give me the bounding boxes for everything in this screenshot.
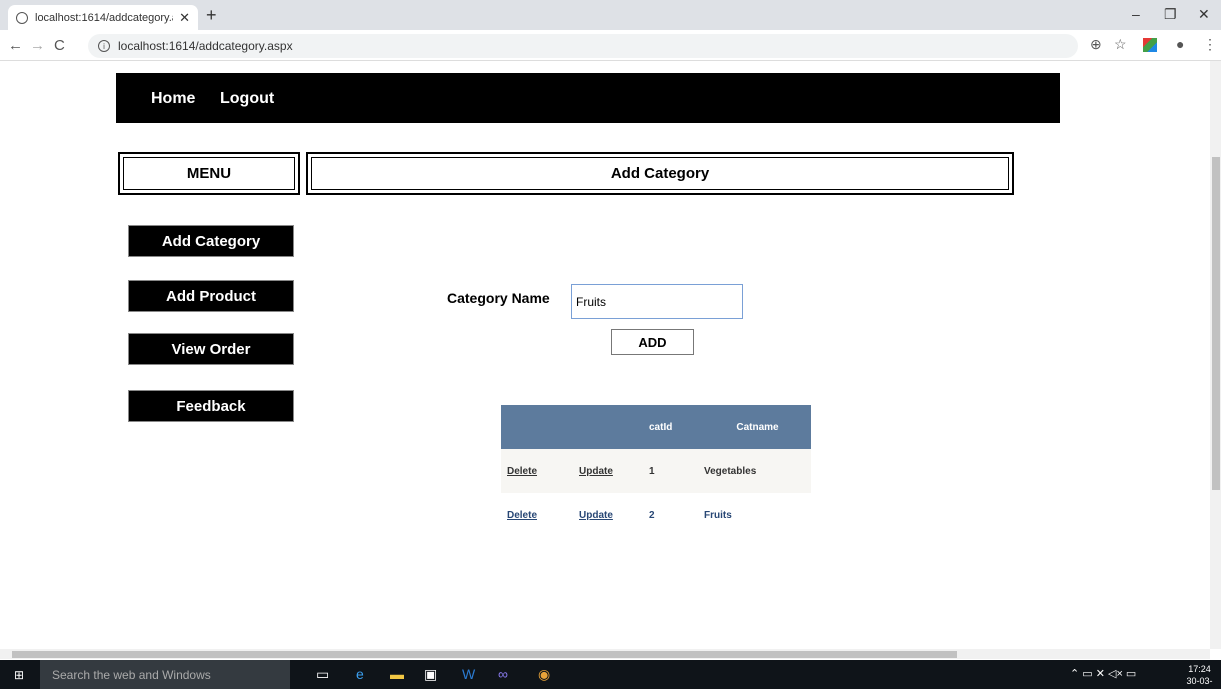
minimize-icon[interactable]: – [1132, 6, 1140, 22]
nav-logout-link[interactable]: Logout [220, 90, 274, 108]
task-view-icon[interactable]: ▭ [316, 666, 329, 683]
update-link[interactable]: Update [579, 510, 613, 521]
grid-header-cell [501, 405, 573, 449]
menu-dots-icon[interactable]: ⋮ [1203, 36, 1217, 53]
profile-icon[interactable]: ● [1176, 36, 1184, 52]
system-tray-icons[interactable]: ⌃ ▭ ✕ ◁× ▭ [1070, 667, 1136, 680]
add-button[interactable]: ADD [611, 329, 694, 355]
menu-add-product-button[interactable]: Add Product [128, 280, 294, 312]
address-bar[interactable]: i localhost:1614/addcategory.aspx [88, 34, 1078, 58]
url-text: localhost:1614/addcategory.aspx [118, 39, 293, 53]
store-icon[interactable]: ▣ [424, 666, 437, 683]
star-icon[interactable]: ☆ [1114, 36, 1127, 53]
new-tab-icon[interactable]: + [206, 5, 217, 25]
chrome-icon[interactable]: ◉ [538, 666, 550, 683]
edge-icon[interactable]: e [356, 666, 364, 682]
windows-taskbar: ⊞ Search the web and Windows ▭ e ▬ ▣ W ∞… [0, 660, 1221, 698]
delete-link[interactable]: Delete [507, 466, 537, 477]
menu-title: MENU [186, 165, 232, 182]
zoom-icon[interactable]: ⊕ [1090, 36, 1102, 53]
category-name-input[interactable] [571, 284, 743, 319]
menu-view-order-button[interactable]: View Order [128, 333, 294, 365]
table-row: Delete Update 1 Vegetables [501, 449, 811, 493]
delete-link[interactable]: Delete [507, 510, 537, 521]
nav-home-link[interactable]: Home [151, 90, 195, 108]
infinity-app-icon[interactable]: ∞ [498, 666, 508, 682]
vertical-scrollbar[interactable] [1210, 61, 1221, 649]
close-window-icon[interactable]: ✕ [1198, 6, 1210, 23]
update-link[interactable]: Update [579, 466, 613, 477]
site-header: Home Logout [116, 73, 1060, 123]
word-icon[interactable]: W [462, 666, 475, 682]
table-row: Delete Update 2 Fruits [501, 493, 811, 537]
browser-tab[interactable]: localhost:1614/addcategory.aspx ✕ [8, 5, 198, 30]
menu-header: MENU [118, 152, 300, 195]
catname-cell: Fruits [698, 493, 811, 537]
info-icon[interactable]: i [98, 40, 110, 52]
horizontal-scroll-thumb[interactable] [12, 651, 957, 658]
category-grid: catId Catname Delete Update 1 Vegetables… [501, 405, 811, 537]
category-name-label: Category Name [447, 290, 550, 306]
tab-title: localhost:1614/addcategory.aspx [35, 11, 173, 24]
windows-start-icon[interactable]: ⊞ [14, 668, 24, 682]
vertical-scroll-thumb[interactable] [1212, 157, 1220, 490]
grid-header-cell [573, 405, 643, 449]
clock-time: 17:24 [1188, 664, 1211, 674]
catname-cell: Vegetables [698, 449, 811, 493]
globe-icon [16, 11, 28, 24]
taskbar-clock[interactable]: 17:24 30-03-2020 [1178, 663, 1221, 699]
catid-cell: 1 [643, 449, 698, 493]
back-icon[interactable]: ← [8, 37, 23, 54]
browser-tabbar: localhost:1614/addcategory.aspx ✕ + – ❐ … [0, 0, 1221, 30]
menu-add-category-button[interactable]: Add Category [128, 225, 294, 257]
file-explorer-icon[interactable]: ▬ [390, 666, 404, 682]
horizontal-scrollbar[interactable] [0, 649, 1210, 659]
content-header: Add Category [306, 152, 1014, 195]
page-viewport: Home Logout MENU Add Category Add Catego… [0, 61, 1210, 649]
grid-header-catname: Catname [698, 405, 811, 449]
grid-header-catid: catId [643, 405, 698, 449]
reload-icon[interactable]: C [54, 37, 65, 54]
restore-icon[interactable]: ❐ [1164, 6, 1177, 23]
close-tab-icon[interactable]: ✕ [179, 10, 190, 26]
catid-cell: 2 [643, 493, 698, 537]
forward-icon[interactable]: → [30, 37, 45, 54]
taskbar-search-box[interactable]: Search the web and Windows [40, 660, 290, 689]
menu-feedback-button[interactable]: Feedback [128, 390, 294, 422]
clock-date: 30-03-2020 [1186, 676, 1213, 698]
extension-icon[interactable] [1143, 38, 1157, 52]
grid-header-row: catId Catname [501, 405, 811, 449]
page-title: Add Category [610, 165, 710, 182]
